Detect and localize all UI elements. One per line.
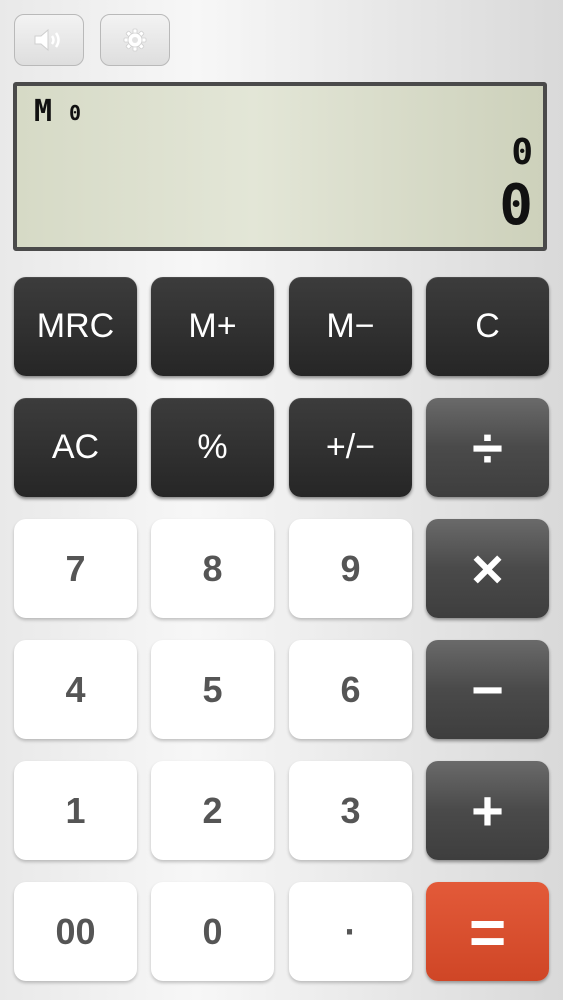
divide-button[interactable]: ÷ bbox=[426, 398, 549, 497]
digit-7-button[interactable]: 7 bbox=[14, 519, 137, 618]
sound-button[interactable] bbox=[14, 14, 84, 66]
digit-5-button[interactable]: 5 bbox=[151, 640, 274, 739]
double-zero-button[interactable]: 00 bbox=[14, 882, 137, 981]
digit-9-button[interactable]: 9 bbox=[289, 519, 412, 618]
equals-button[interactable]: = bbox=[426, 882, 549, 981]
speaker-icon bbox=[34, 28, 60, 52]
percent-button[interactable]: % bbox=[151, 398, 274, 497]
digit-6-button[interactable]: 6 bbox=[289, 640, 412, 739]
multiply-button[interactable]: × bbox=[426, 519, 549, 618]
digit-8-button[interactable]: 8 bbox=[151, 519, 274, 618]
minus-button[interactable]: − bbox=[426, 640, 549, 739]
memory-value: 0 bbox=[69, 101, 82, 125]
settings-button[interactable] bbox=[100, 14, 170, 66]
plus-button[interactable]: + bbox=[426, 761, 549, 860]
digit-2-button[interactable]: 2 bbox=[151, 761, 274, 860]
m-minus-button[interactable]: M− bbox=[289, 277, 412, 376]
main-value: 0 bbox=[499, 173, 533, 238]
calculator-display: M 0 0 0 bbox=[13, 82, 547, 251]
gear-icon bbox=[123, 28, 147, 52]
digit-1-button[interactable]: 1 bbox=[14, 761, 137, 860]
plus-minus-button[interactable]: +/− bbox=[289, 398, 412, 497]
all-clear-button[interactable]: AC bbox=[14, 398, 137, 497]
m-plus-button[interactable]: M+ bbox=[151, 277, 274, 376]
secondary-value: 0 bbox=[511, 132, 533, 173]
clear-button[interactable]: C bbox=[426, 277, 549, 376]
digit-3-button[interactable]: 3 bbox=[289, 761, 412, 860]
digit-0-button[interactable]: 0 bbox=[151, 882, 274, 981]
decimal-button[interactable]: · bbox=[289, 882, 412, 981]
mrc-button[interactable]: MRC bbox=[14, 277, 137, 376]
digit-4-button[interactable]: 4 bbox=[14, 640, 137, 739]
memory-indicator: M bbox=[34, 94, 53, 129]
